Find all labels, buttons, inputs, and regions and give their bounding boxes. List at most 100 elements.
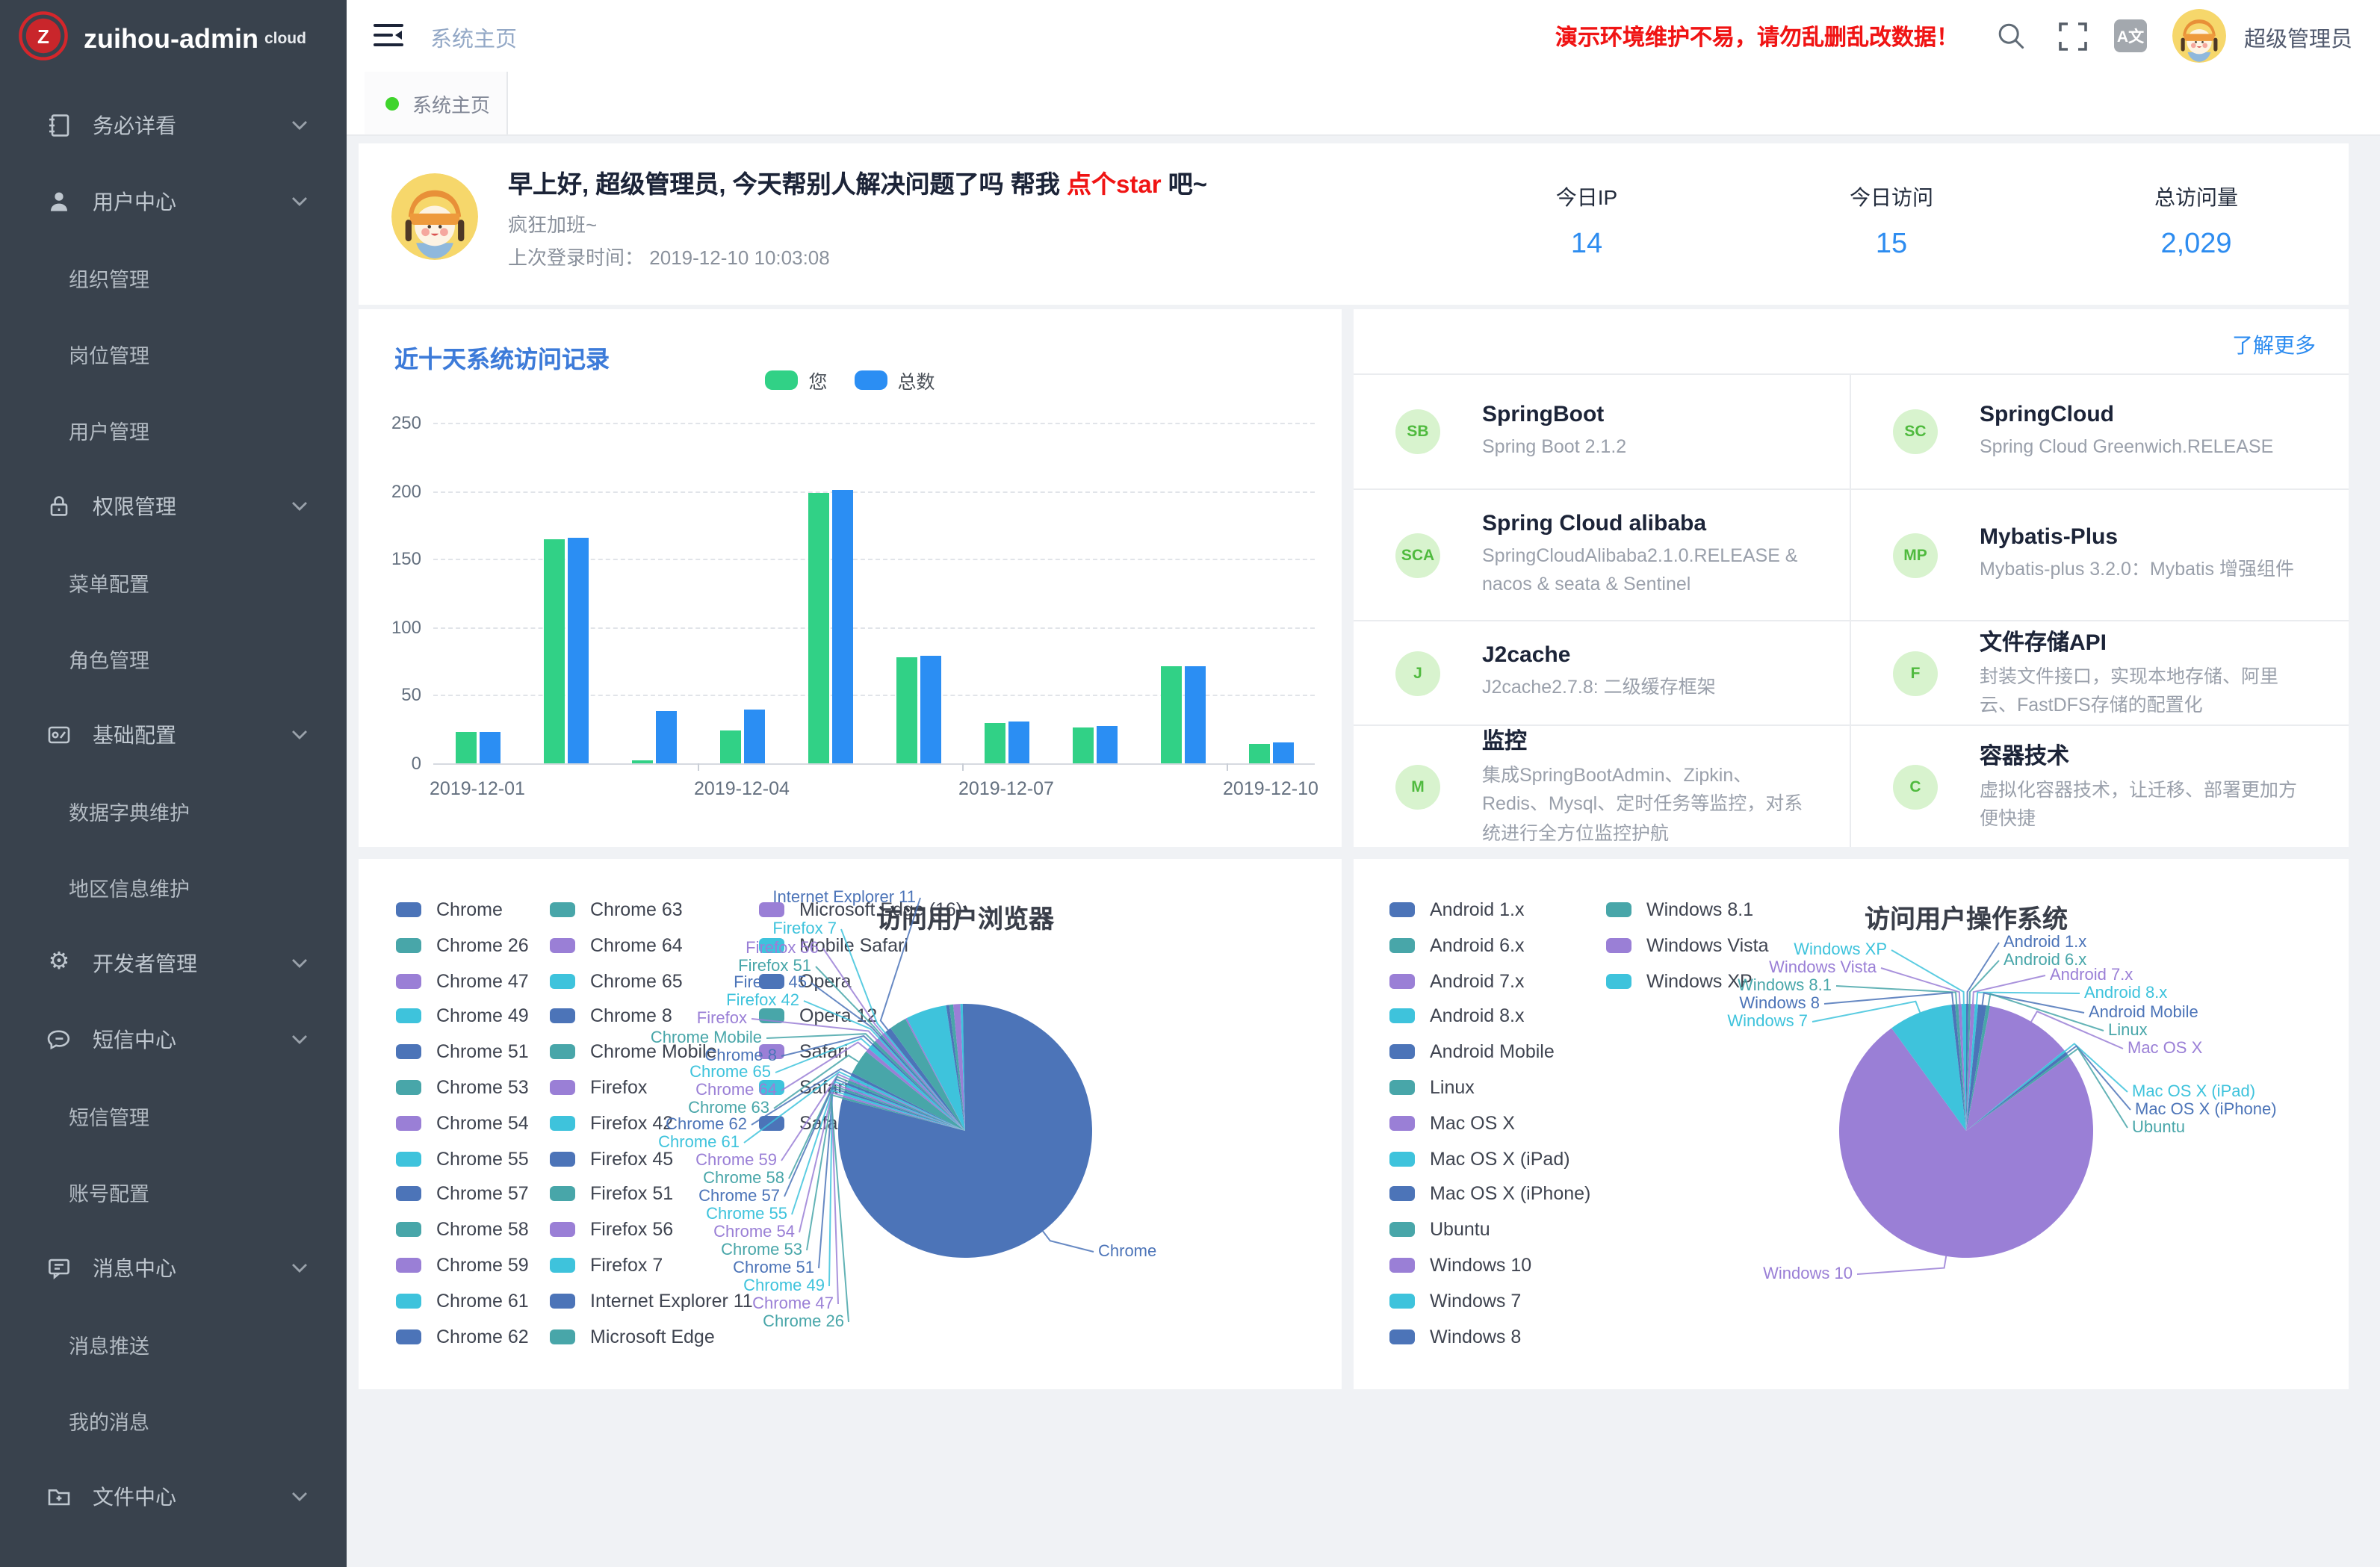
language-icon[interactable]: A文 (2114, 19, 2147, 52)
avatar[interactable] (2172, 9, 2226, 63)
pie-callout-Chrome 62: Chrome 62 (666, 1116, 747, 1134)
collapse-menu-icon[interactable] (374, 22, 403, 55)
tech-item-desc: Spring Boot 2.1.2 (1482, 433, 1814, 462)
tech-item-title: Mybatis-Plus (1980, 525, 2313, 550)
bar-2019-12-02-您[interactable] (543, 539, 564, 763)
card-icon (46, 722, 72, 747)
search-icon[interactable] (1996, 21, 2026, 51)
chevron-down-icon (291, 1262, 308, 1273)
bar-2019-12-04-总数[interactable] (743, 710, 764, 763)
pie-callout-Chrome 64: Chrome 64 (695, 1082, 777, 1099)
bar-2019-12-06-您[interactable] (896, 657, 917, 763)
topbar: 系统主页 演示环境维护不易，请勿乱删乱改数据！ A文 超级管理员 (347, 0, 2380, 72)
pie-label-line (841, 929, 884, 1032)
star-link[interactable]: 点个star (1067, 172, 1162, 199)
legend-label: 总数 (898, 366, 935, 394)
tech-item-title: Spring Cloud alibaba (1482, 510, 1814, 536)
sidebar-item-账号配置[interactable]: 账号配置 (0, 1153, 347, 1229)
y-tick-label: 250 (374, 412, 421, 433)
chevron-down-icon (291, 196, 308, 206)
pie-callout-Android 8.x: Android 8.x (2084, 984, 2167, 1002)
bar-2019-12-04-您[interactable] (719, 730, 740, 763)
pie-label-line (1824, 993, 1953, 1005)
legend-item-您[interactable]: 您 (765, 366, 827, 394)
sidebar-item-地区信息维护[interactable]: 地区信息维护 (0, 848, 347, 925)
sidebar-item-菜单配置[interactable]: 菜单配置 (0, 544, 347, 620)
learn-more-link[interactable]: 了解更多 (2232, 330, 2316, 360)
x-axis-line (433, 763, 1315, 765)
pie-callout-Chrome 47: Chrome 47 (752, 1295, 834, 1313)
sidebar-item-label: 用户管理 (69, 415, 149, 444)
legend-item-总数[interactable]: 总数 (855, 366, 935, 394)
bar-2019-12-09-总数[interactable] (1184, 666, 1205, 763)
pie-label-line (1043, 1231, 1094, 1252)
bar-2019-12-10-您[interactable] (1248, 744, 1269, 763)
x-axis-tick (962, 763, 964, 771)
sidebar-item-文件中心[interactable]: 文件中心 (0, 1458, 347, 1534)
tech-item-desc: J2cache2.7.8: 二级缓存框架 (1482, 674, 1814, 704)
sidebar-item-开发者管理[interactable]: ⚙开发者管理 (0, 925, 347, 1001)
browser-pie-card: 访问用户浏览器 ChromeChrome 26Chrome 47Chrome 4… (359, 859, 1342, 1389)
breadcrumb[interactable]: 系统主页 (430, 22, 517, 54)
bar-2019-12-07-您[interactable] (984, 722, 1005, 763)
sidebar-item-短信中心[interactable]: 短信中心 (0, 1001, 347, 1077)
lock-icon (46, 493, 72, 518)
bar-2019-12-07-总数[interactable] (1008, 721, 1029, 763)
legend-swatch (765, 370, 798, 390)
tab-active-dot-icon (385, 96, 399, 110)
sidebar-item-权限管理[interactable]: 权限管理 (0, 468, 347, 544)
sms-icon (46, 1026, 72, 1052)
demo-warning-text: 演示环境维护不易，请勿乱删乱改数据！ (1555, 21, 1959, 52)
sidebar-item-消息中心[interactable]: 消息中心 (0, 1229, 347, 1306)
sidebar-item-消息推送[interactable]: 消息推送 (0, 1306, 347, 1382)
sidebar-item-我的消息[interactable]: 我的消息 (0, 1382, 347, 1458)
sidebar-item-label: 基础配置 (93, 719, 176, 749)
chevron-down-icon (291, 1034, 308, 1044)
pie-callout-Chrome 61: Chrome 61 (658, 1134, 740, 1152)
legend-label: 您 (808, 366, 827, 394)
tech-item-Mybatis-Plus: MPMybatis-PlusMybatis-plus 3.2.0：Mybatis… (1851, 488, 2349, 620)
message-icon (46, 1255, 72, 1280)
bar-2019-12-05-总数[interactable] (831, 489, 852, 763)
sidebar-item-用户中心[interactable]: 用户中心 (0, 163, 347, 239)
pie-callout-Android 7.x: Android 7.x (2050, 966, 2133, 984)
sidebar-item-label: 务必详看 (93, 110, 176, 140)
sidebar-item-label: 消息推送 (69, 1329, 149, 1359)
dashboard-root: Z zuihou-admin cloud 务必详看用户中心组织管理岗位管理用户管… (0, 0, 2380, 1567)
bar-2019-12-05-您[interactable] (808, 494, 828, 763)
tab-system-home[interactable]: 系统主页 (365, 72, 508, 134)
bar-2019-12-08-总数[interactable] (1096, 727, 1117, 763)
user-avatar (391, 173, 478, 260)
sidebar-item-短信管理[interactable]: 短信管理 (0, 1077, 347, 1153)
sidebar-logo[interactable]: Z zuihou-admin cloud (0, 0, 347, 78)
bar-2019-12-06-总数[interactable] (920, 656, 940, 763)
pie-callout-Windows 8: Windows 8 (1739, 995, 1820, 1013)
tech-item-Spring Cloud alibaba: SCASpring Cloud alibabaSpringCloudAlibab… (1354, 488, 1851, 620)
pie-callout-Chrome 59: Chrome 59 (695, 1152, 777, 1170)
bar-2019-12-08-您[interactable] (1072, 728, 1093, 763)
pie-callout-Chrome 26: Chrome 26 (763, 1313, 844, 1331)
bar-2019-12-03-总数[interactable] (655, 712, 676, 763)
sidebar-item-label: 菜单配置 (69, 567, 149, 597)
greeting-subtitle: 疯狂加班~ (508, 209, 597, 238)
bar-2019-12-01-您[interactable] (455, 732, 476, 763)
bar-2019-12-09-您[interactable] (1160, 666, 1181, 763)
bar-2019-12-10-总数[interactable] (1272, 743, 1293, 763)
sidebar-item-用户管理[interactable]: 用户管理 (0, 391, 347, 468)
pie-callout-Mac OS X: Mac OS X (2128, 1040, 2202, 1058)
fullscreen-icon[interactable] (2059, 22, 2087, 51)
sidebar-item-组织管理[interactable]: 组织管理 (0, 239, 347, 315)
sidebar-item-数据字典维护[interactable]: 数据字典维护 (0, 772, 347, 848)
sidebar-item-岗位管理[interactable]: 岗位管理 (0, 315, 347, 391)
current-user-name[interactable]: 超级管理员 (2244, 22, 2352, 54)
pie-callout-Chrome 8: Chrome 8 (704, 1047, 777, 1065)
x-tick-label: 2019-12-07 (917, 778, 1096, 799)
pie-callout-Firefox 51: Firefox 51 (738, 958, 811, 975)
bar-2019-12-01-总数[interactable] (479, 732, 500, 763)
bar-2019-12-03-您[interactable] (631, 760, 652, 763)
pie-label-line (1857, 1256, 1946, 1274)
bar-2019-12-02-总数[interactable] (567, 537, 588, 763)
sidebar-item-务必详看[interactable]: 务必详看 (0, 87, 347, 163)
sidebar-item-基础配置[interactable]: 基础配置 (0, 696, 347, 772)
sidebar-item-角色管理[interactable]: 角色管理 (0, 620, 347, 696)
